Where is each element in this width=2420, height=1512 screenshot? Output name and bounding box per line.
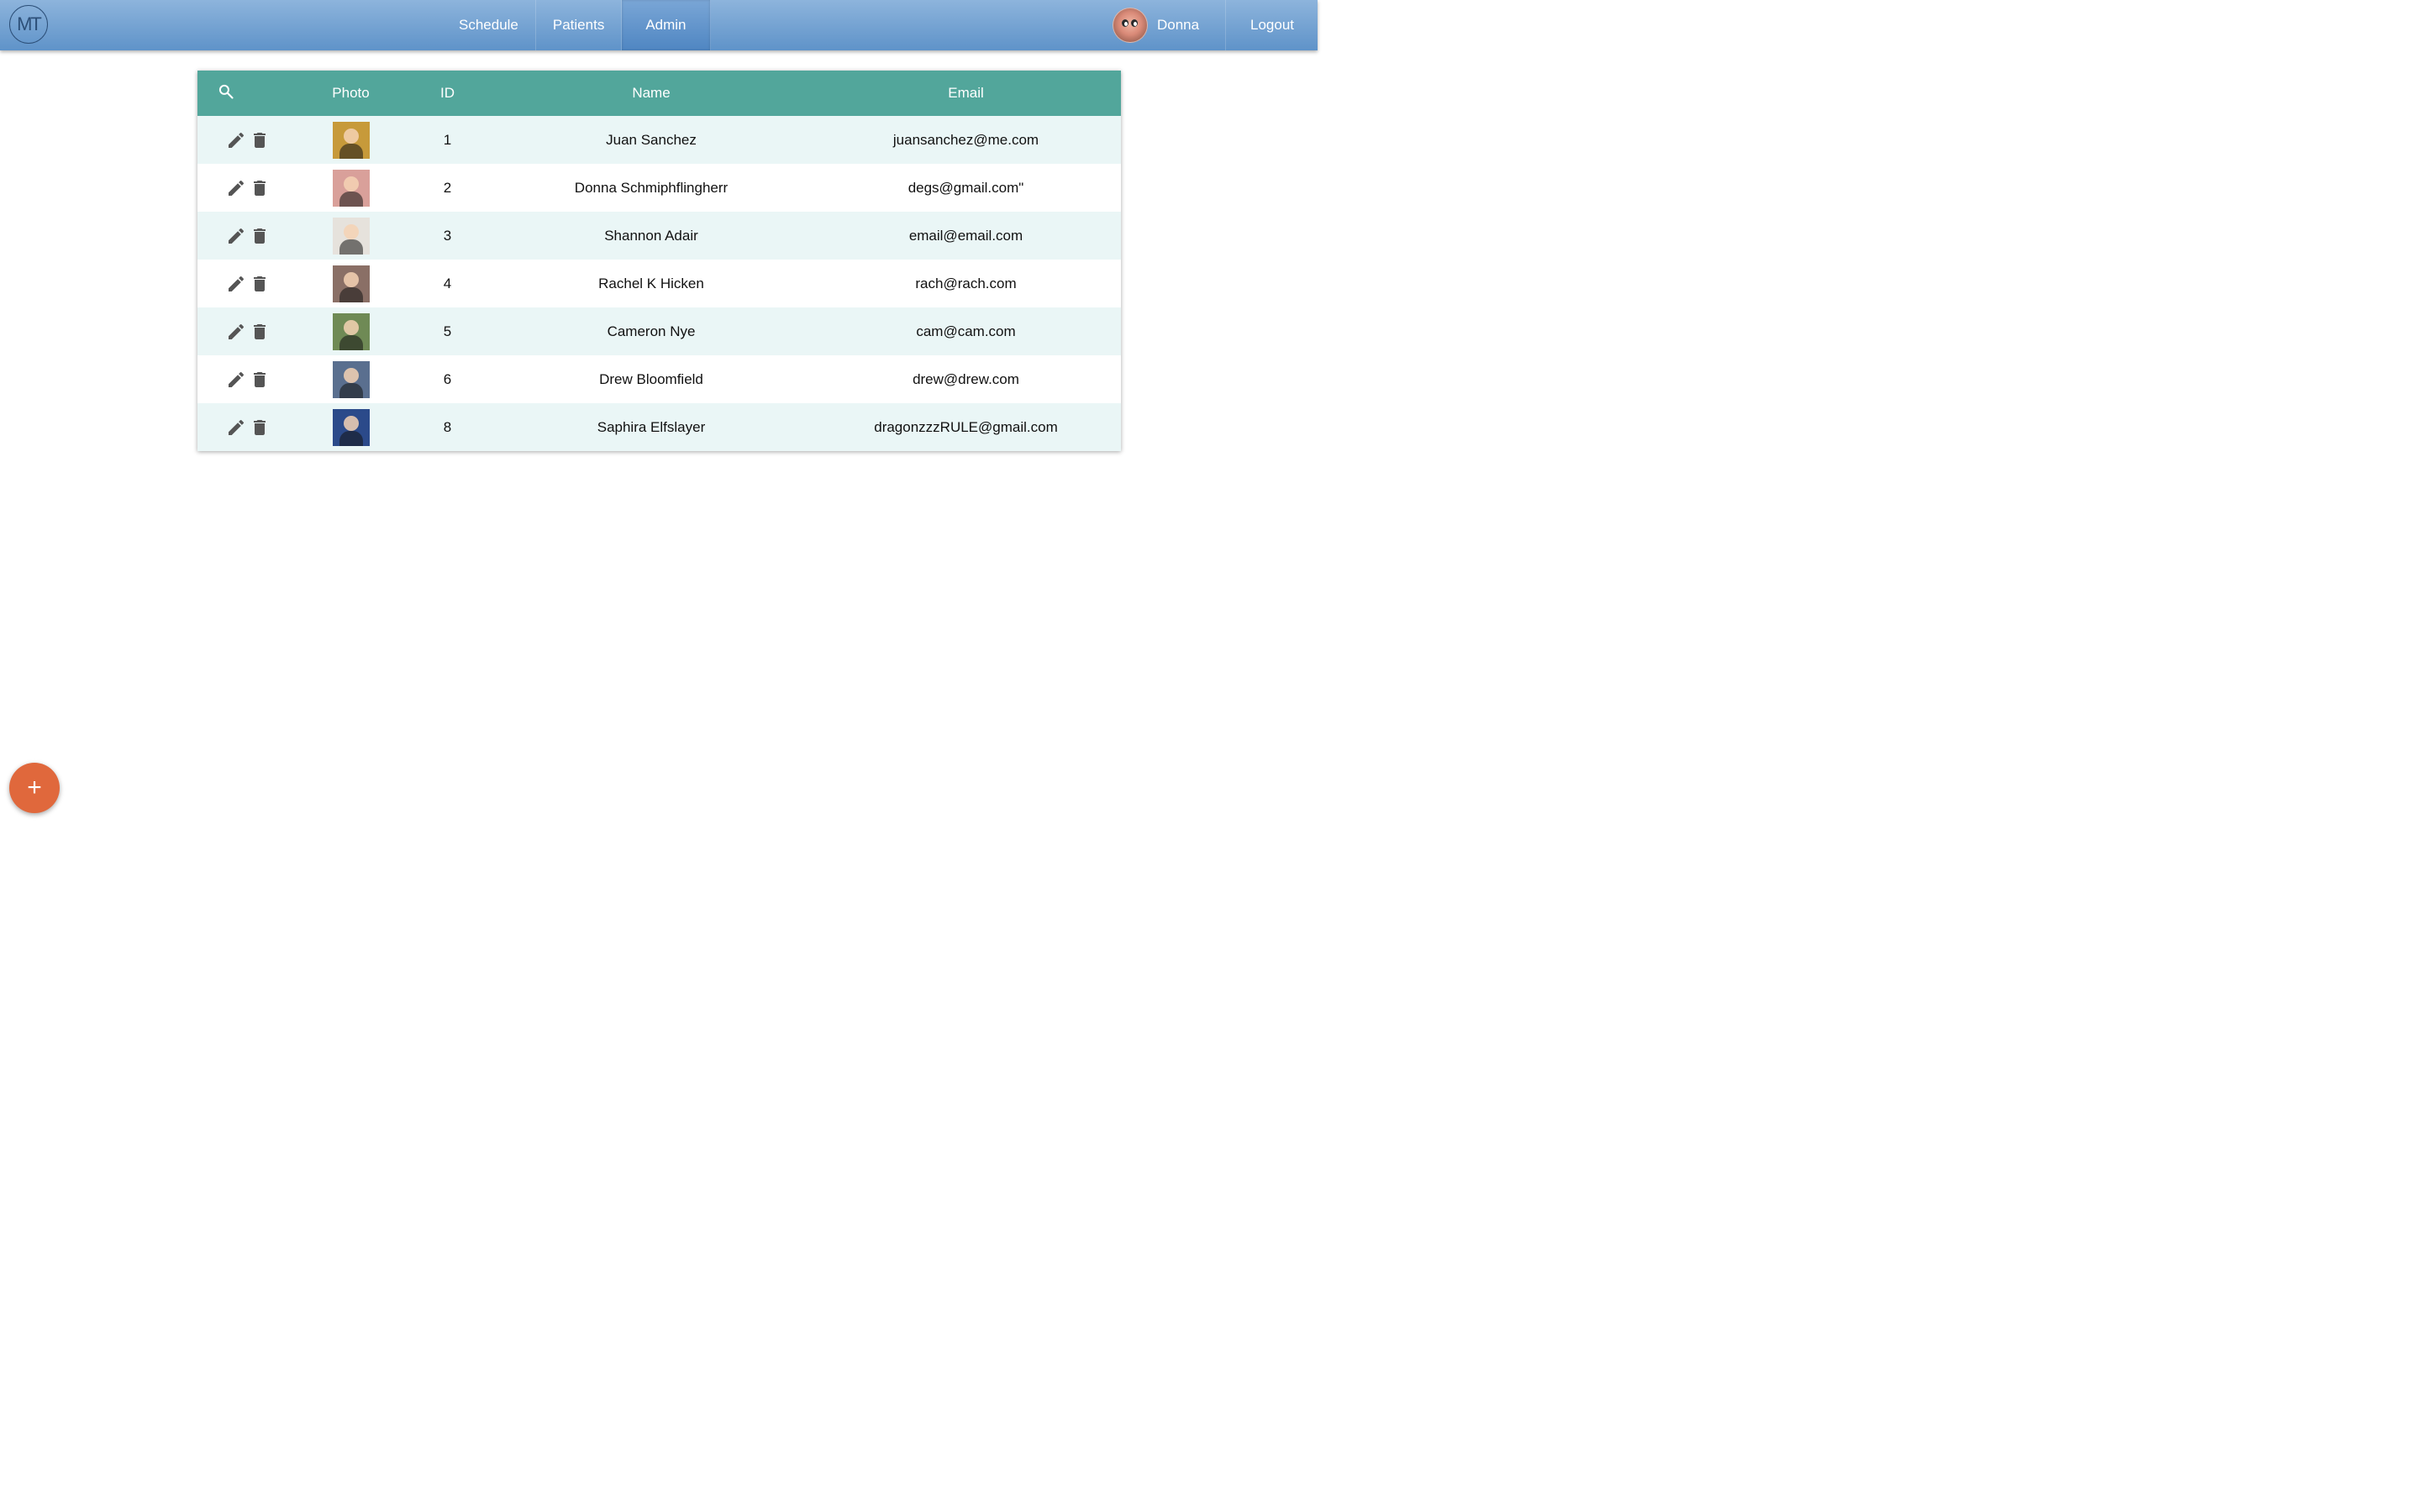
users-table: Photo ID Name Email 1 Juan Sanchez juans… (197, 71, 1121, 451)
row-name: Juan Sanchez (606, 131, 697, 148)
user-photo[interactable] (332, 360, 370, 398)
row-id: 4 (443, 275, 452, 291)
table-row[interactable]: 6 Drew Bloomfield drew@drew.com (197, 355, 1121, 403)
main-nav: Schedule Patients Admin (442, 0, 711, 50)
nav-item-schedule[interactable]: Schedule (442, 0, 536, 50)
row-id: 2 (443, 179, 452, 196)
search-icon[interactable] (218, 83, 234, 100)
top-navigation-bar: MT Schedule Patients Admin Donna Logout (0, 0, 1318, 50)
user-photo[interactable] (332, 312, 370, 350)
row-name: Donna Schmiphflingherr (574, 179, 729, 196)
edit-icon[interactable] (226, 130, 246, 150)
row-actions (197, 260, 298, 307)
column-header-email[interactable]: Email (811, 71, 1121, 116)
user-name[interactable]: Donna (1157, 17, 1199, 34)
delete-icon[interactable] (250, 370, 270, 390)
row-actions (197, 116, 298, 164)
row-photo-cell (298, 403, 403, 451)
row-actions (197, 403, 298, 451)
user-photo[interactable] (332, 217, 370, 255)
avatar[interactable] (1113, 8, 1148, 43)
row-photo-cell (298, 307, 403, 355)
row-id: 3 (443, 227, 452, 244)
row-photo-cell (298, 355, 403, 403)
user-photo[interactable] (332, 408, 370, 446)
user-photo[interactable] (332, 265, 370, 302)
row-email: drew@drew.com (913, 370, 1019, 387)
user-photo[interactable] (332, 169, 370, 207)
row-email: email@email.com (908, 227, 1023, 244)
logout-button[interactable]: Logout (1225, 0, 1318, 50)
row-name: Rachel K Hicken (598, 275, 704, 291)
row-id: 8 (443, 418, 452, 435)
table-search-cell[interactable] (197, 71, 298, 116)
row-name: Cameron Nye (607, 323, 696, 339)
row-photo-cell (298, 212, 403, 260)
row-actions (197, 212, 298, 260)
row-email: degs@gmail.com" (908, 179, 1024, 196)
table-row[interactable]: 3 Shannon Adair email@email.com (197, 212, 1121, 260)
delete-icon[interactable] (250, 274, 270, 294)
column-header-photo[interactable]: Photo (298, 71, 403, 116)
delete-icon[interactable] (250, 322, 270, 342)
table-row[interactable]: 2 Donna Schmiphflingherr degs@gmail.com" (197, 164, 1121, 212)
users-table-card: Photo ID Name Email 1 Juan Sanchez juans… (197, 71, 1121, 451)
row-actions (197, 355, 298, 403)
row-name: Saphira Elfslayer (597, 418, 706, 435)
row-name: Shannon Adair (604, 227, 698, 244)
table-row[interactable]: 8 Saphira Elfslayer dragonzzzRULE@gmail.… (197, 403, 1121, 451)
row-photo-cell (298, 164, 403, 212)
row-actions (197, 164, 298, 212)
edit-icon[interactable] (226, 274, 246, 294)
row-id: 6 (443, 370, 452, 387)
row-id: 5 (443, 323, 452, 339)
row-id: 1 (443, 131, 452, 148)
table-row[interactable]: 1 Juan Sanchez juansanchez@me.com (197, 116, 1121, 164)
row-email: rach@rach.com (915, 275, 1017, 291)
row-name: Drew Bloomfield (599, 370, 703, 387)
app-logo[interactable]: MT (9, 5, 48, 44)
nav-item-admin[interactable]: Admin (622, 0, 711, 50)
row-photo-cell (298, 260, 403, 307)
delete-icon[interactable] (250, 178, 270, 198)
row-photo-cell (298, 116, 403, 164)
nav-item-patients[interactable]: Patients (536, 0, 623, 50)
edit-icon[interactable] (226, 226, 246, 246)
row-email: juansanchez@me.com (892, 131, 1039, 148)
row-email: dragonzzzRULE@gmail.com (874, 418, 1058, 435)
column-header-id[interactable]: ID (403, 71, 492, 116)
add-user-button[interactable]: + (9, 763, 60, 813)
delete-icon[interactable] (250, 226, 270, 246)
edit-icon[interactable] (226, 178, 246, 198)
row-actions (197, 307, 298, 355)
row-email: cam@cam.com (916, 323, 1016, 339)
table-row[interactable]: 5 Cameron Nye cam@cam.com (197, 307, 1121, 355)
delete-icon[interactable] (250, 130, 270, 150)
column-header-name[interactable]: Name (492, 71, 811, 116)
edit-icon[interactable] (226, 322, 246, 342)
edit-icon[interactable] (226, 417, 246, 438)
user-menu[interactable]: Donna (1113, 0, 1199, 50)
user-photo[interactable] (332, 121, 370, 159)
table-row[interactable]: 4 Rachel K Hicken rach@rach.com (197, 260, 1121, 307)
delete-icon[interactable] (250, 417, 270, 438)
edit-icon[interactable] (226, 370, 246, 390)
table-header-row: Photo ID Name Email (197, 71, 1121, 116)
